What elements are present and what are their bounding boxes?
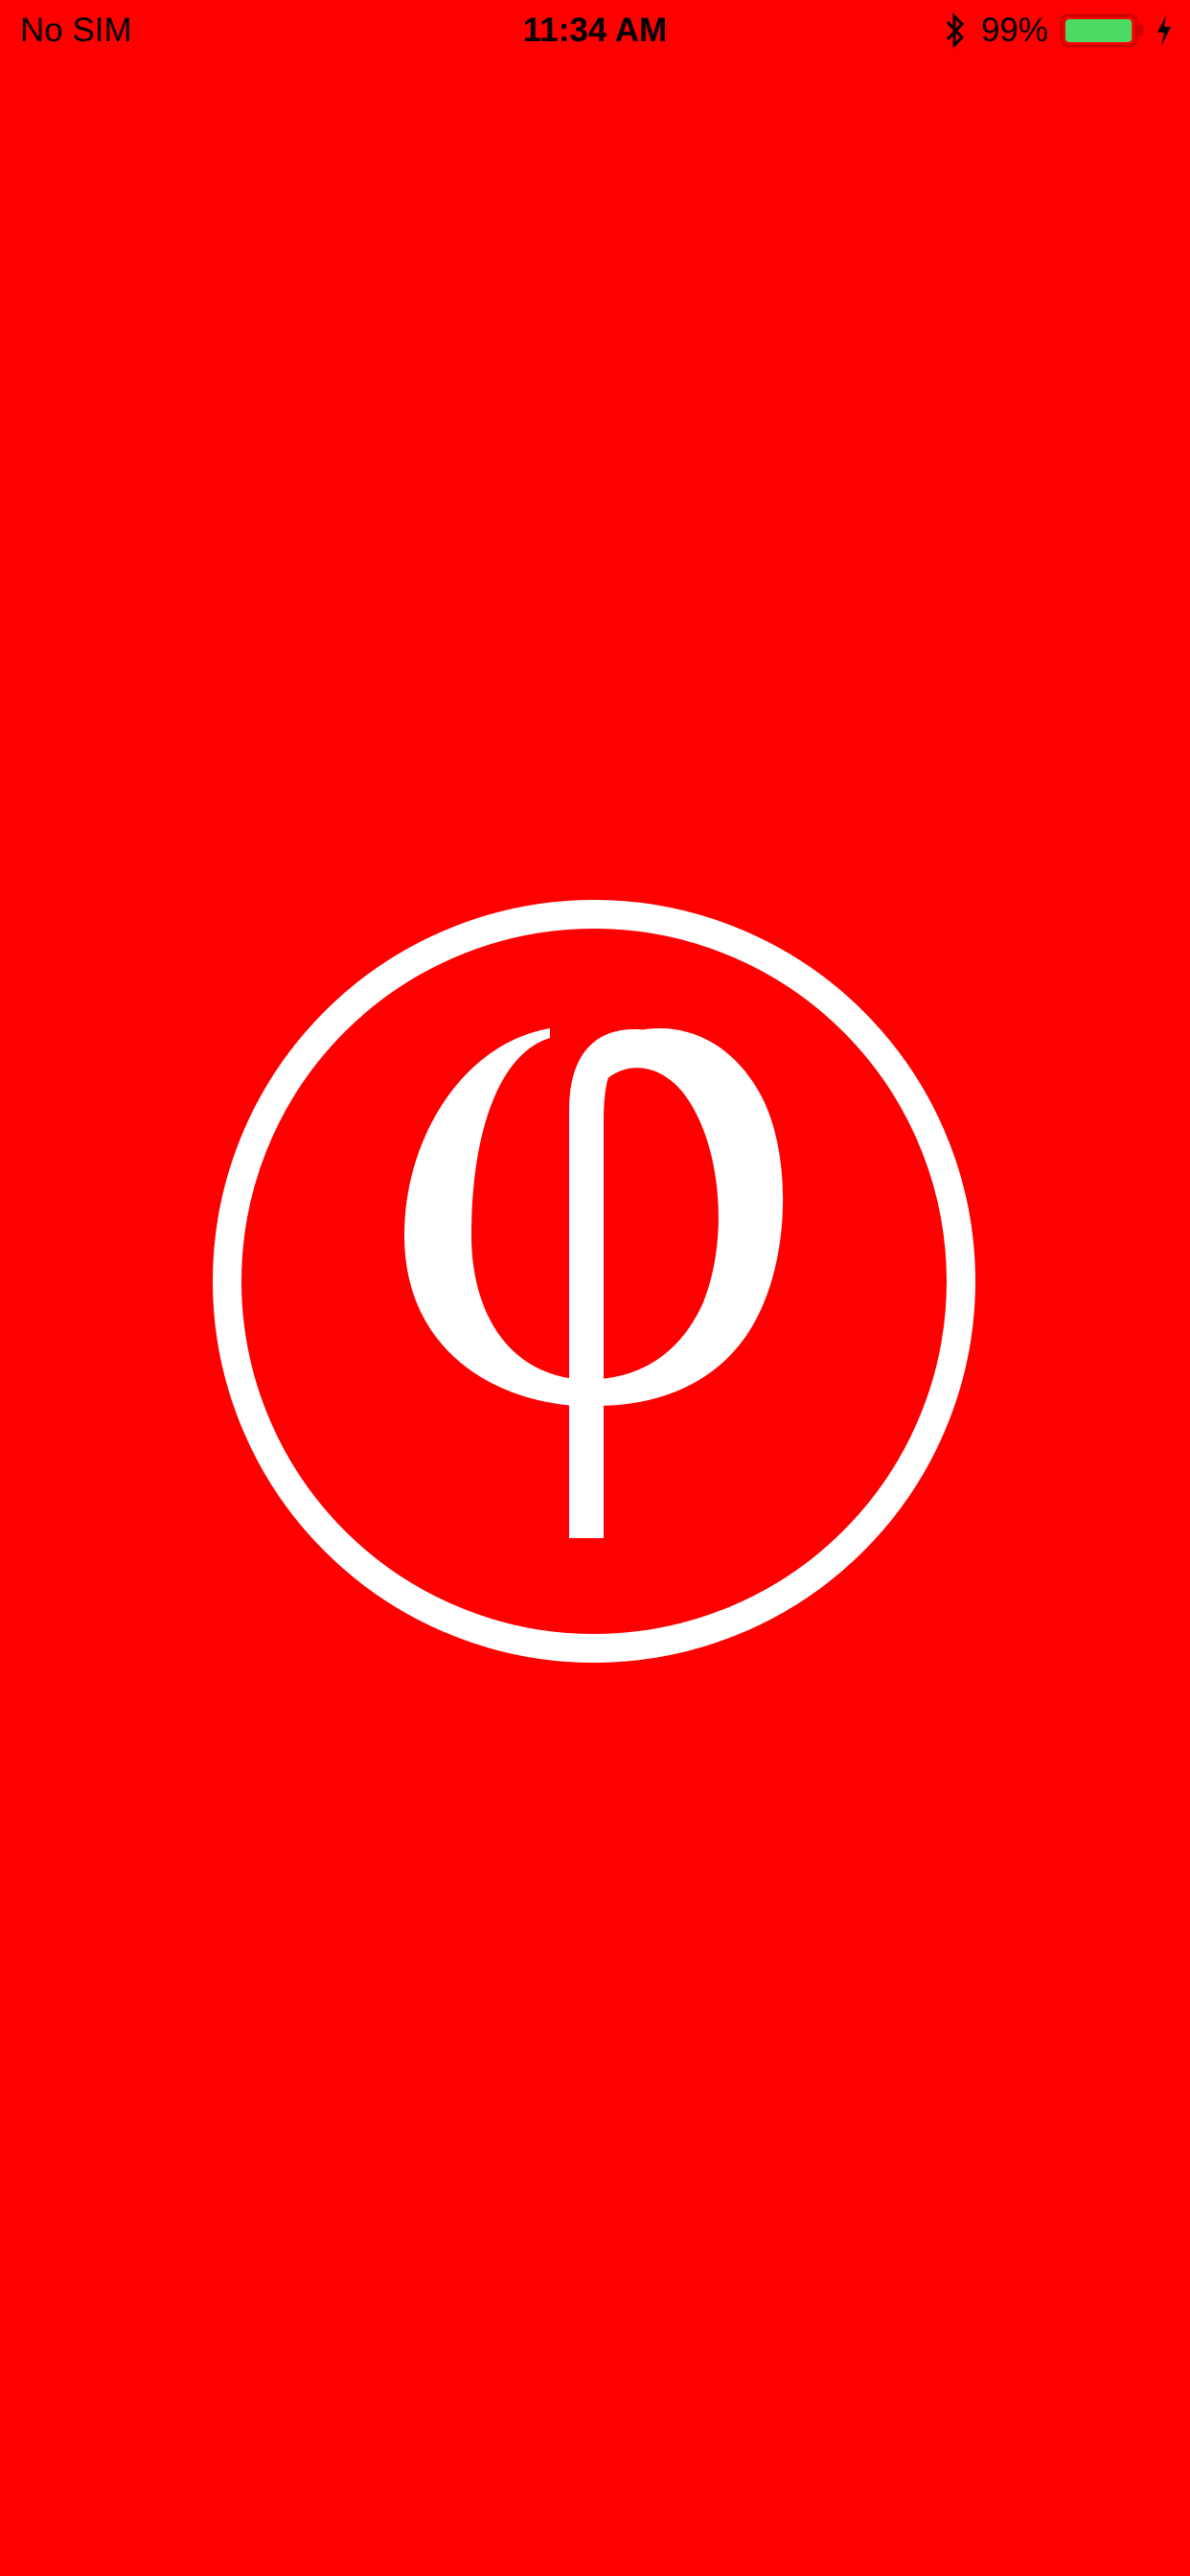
splash-screen: No SIM 11:34 AM 99%	[0, 0, 1190, 2576]
bluetooth-icon	[946, 12, 965, 49]
charging-icon	[1157, 15, 1171, 46]
status-right-group: 99%	[943, 11, 1173, 51]
phi-circle-logo-icon	[213, 900, 975, 1663]
battery-icon	[1060, 13, 1143, 48]
battery-percent: 99%	[980, 12, 1048, 49]
phi-glyph	[404, 1028, 784, 1538]
status-bar: No SIM 11:34 AM 99%	[0, 0, 1190, 61]
